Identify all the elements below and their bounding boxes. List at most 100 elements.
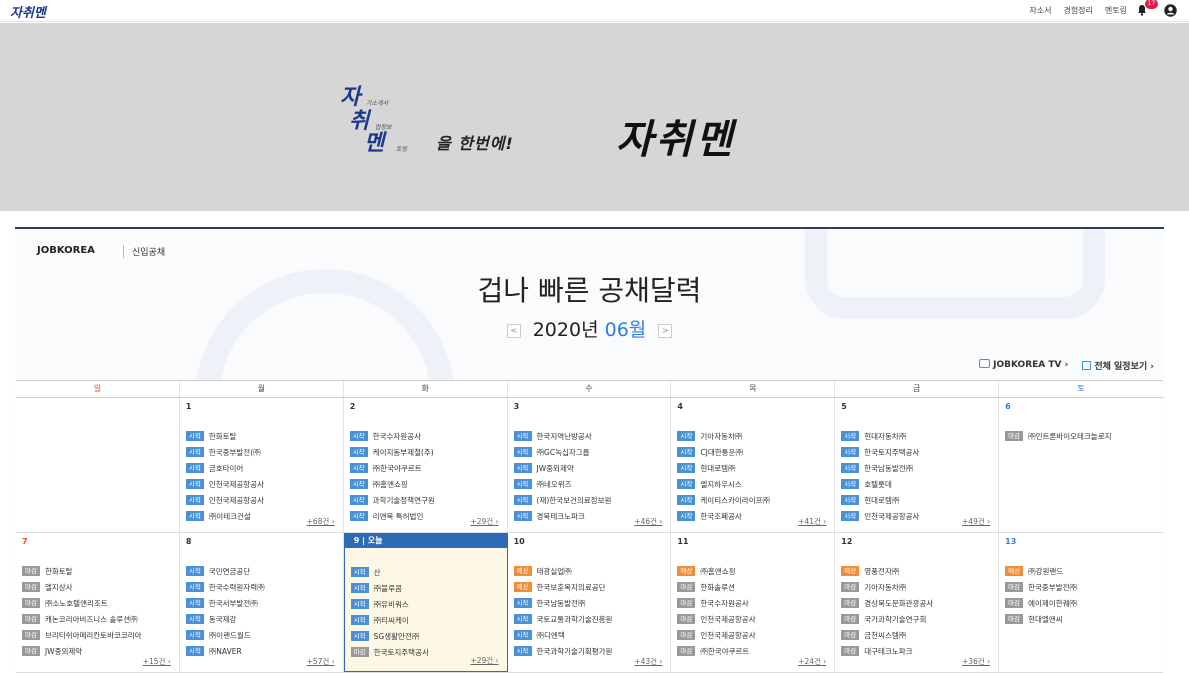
company-name: ㈜한국야쿠르트 [372, 463, 422, 473]
all-schedule-link[interactable]: 전체 일정보기 › [1082, 359, 1154, 372]
event-item[interactable]: 마감 ㈜소노호텔앤리조트 [22, 595, 173, 611]
event-item[interactable]: 시작 SG생활안전㈜ [350, 628, 501, 644]
more-events-link[interactable]: +15건 › [143, 656, 171, 667]
event-item[interactable]: 마감 캐논코리아비즈니스 솔루션㈜ [22, 611, 173, 627]
event-item[interactable]: 시작 동국제강 [185, 611, 337, 627]
event-item[interactable]: 마감 브리티쉬아메리칸토바코코리아 [22, 627, 173, 643]
event-item[interactable]: 시작 ㈜홈앤쇼핑 [349, 476, 501, 492]
event-item[interactable]: 마감 한화솔루션 [677, 579, 828, 595]
event-item[interactable]: 마감 기아자동차㈜ [841, 579, 992, 595]
more-events-link[interactable]: +68건 › [307, 516, 335, 527]
event-status-badge: 시작 [841, 511, 860, 521]
event-item[interactable]: 시작 한국남동발전㈜ [513, 595, 665, 611]
event-item[interactable]: 마감 한국수자원공사 [677, 595, 828, 611]
event-item[interactable]: 마감 현대엘앤씨 [1005, 611, 1157, 627]
weekday-label: 월 [180, 381, 344, 397]
calendar-day: 8 시작 국민연금공단 시작 한국수력원자력㈜ 시작 한국서부발전㈜ 시작 동국제강 시작 ㈜이랜드… [180, 533, 344, 672]
event-item[interactable]: 시작 한국수자원공사 [349, 428, 501, 444]
event-item[interactable]: 시작 기아자동차㈜ [677, 428, 828, 444]
weekday-label: 목 [671, 381, 836, 397]
event-item[interactable]: 시작 인천국제공항공사 [185, 476, 337, 492]
event-item[interactable]: 시작 ㈜유비쿼스 [350, 596, 501, 612]
company-name: ㈜디엔텍 [536, 630, 565, 640]
event-item[interactable]: 시작 한국토지주택공사 [841, 444, 992, 460]
company-name: ㈜블루콤 [373, 583, 402, 593]
event-item[interactable]: 예상 한국보훈복지의료공단 [513, 579, 665, 595]
prev-month-button[interactable]: < [506, 323, 521, 338]
event-item[interactable]: 시작 인천국제공항공사 [185, 492, 337, 508]
event-item[interactable]: 예상 ㈜강원랜드 [1005, 563, 1157, 579]
calendar-panel: JOBKOREA 신입공채 겁나 빠른 공채달력 < 2020년 06월 > J… [15, 227, 1164, 673]
event-item[interactable]: 마감 금천씨스템㈜ [841, 627, 992, 643]
more-events-link[interactable]: +49건 › [962, 516, 990, 527]
event-status-badge: 마감 [22, 566, 40, 576]
company-name: ㈜강원랜드 [1028, 566, 1064, 576]
more-events-link[interactable]: +29건 › [470, 655, 498, 666]
more-events-link[interactable]: +46건 › [634, 516, 662, 527]
event-item[interactable]: 시작 ㈜디엔텍 [513, 627, 665, 643]
event-item[interactable]: 마감 한국중부발전㈜ [1005, 579, 1157, 595]
event-item[interactable]: 예상 영풍전자㈜ [841, 563, 992, 579]
event-status-badge: 시작 [349, 511, 368, 521]
nav-cover-letter[interactable]: 자소서 [1029, 5, 1051, 16]
event-item[interactable]: 예상 태광실업㈜ [513, 563, 665, 579]
more-events-link[interactable]: +41건 › [798, 516, 826, 527]
event-item[interactable]: 시작 국토교통과학기술진흥원 [513, 611, 665, 627]
event-item[interactable]: 시작 한국수력원자력㈜ [185, 579, 337, 595]
event-item[interactable]: 시작 한국남동발전㈜ [841, 460, 992, 476]
event-item[interactable]: 마감 인천국제공항공사 [677, 611, 828, 627]
event-item[interactable]: 시작 금호타이어 [185, 460, 337, 476]
event-item[interactable]: 시작 ㈜GC녹십자그룹 [513, 444, 665, 460]
event-item[interactable]: 시작 과학기술정책연구원 [349, 492, 501, 508]
event-item[interactable]: 시작 산 [350, 564, 501, 580]
event-item[interactable]: 시작 한국서부발전㈜ [185, 595, 337, 611]
next-month-button[interactable]: > [658, 323, 673, 338]
brand-logo[interactable]: 자취멘 [10, 2, 46, 21]
event-item[interactable]: 시작 한화토탈 [185, 428, 337, 444]
user-icon[interactable] [1164, 4, 1177, 17]
event-item[interactable]: 시작 현대로템㈜ [841, 492, 992, 508]
jobkorea-logo[interactable]: JOBKOREA [37, 245, 95, 256]
event-item[interactable]: 마감 인천국제공항공사 [677, 627, 828, 643]
event-item[interactable]: 마감 ㈜인트론바이오테크놀로지 [1005, 428, 1157, 444]
event-item[interactable]: 시작 ㈜네오위즈 [513, 476, 665, 492]
event-item[interactable]: 시작 국민연금공단 [185, 563, 337, 579]
event-item[interactable]: 시작 한국지역난방공사 [513, 428, 665, 444]
nav-experience[interactable]: 경험정리 [1063, 5, 1092, 16]
event-item[interactable]: 시작 케이지동부제철(주) [349, 444, 501, 460]
event-item[interactable]: 시작 ㈜한국야쿠르트 [349, 460, 501, 476]
calendar-day [16, 398, 180, 532]
event-status-badge: 시작 [841, 463, 860, 473]
event-item[interactable]: 시작 (재)한국보건의료정보원 [513, 492, 665, 508]
event-item[interactable]: 시작 한국중부발전(㈜ [185, 444, 337, 460]
more-events-link[interactable]: +57건 › [307, 656, 335, 667]
more-events-link[interactable]: +43건 › [634, 656, 662, 667]
more-events-link[interactable]: +24건 › [798, 656, 826, 667]
event-item[interactable]: 시작 ㈜이랜드월드 [185, 627, 337, 643]
event-item[interactable]: 예상 ㈜홈앤쇼핑 [677, 563, 828, 579]
event-item[interactable]: 시작 ㈜블루콤 [350, 580, 501, 596]
jobkorea-tv-link[interactable]: JOBKOREA TV › [979, 359, 1068, 372]
company-name: 한국수자원공사 [700, 598, 749, 608]
event-item[interactable]: 마감 엘지상사 [22, 579, 173, 595]
more-events-link[interactable]: +29건 › [470, 516, 498, 527]
company-name: 한국남동발전㈜ [536, 598, 586, 608]
company-name: 한화토탈 [44, 566, 73, 576]
event-item[interactable]: 마감 경상북도문화관광공사 [841, 595, 992, 611]
event-item[interactable]: 시작 CJ대한통운㈜ [677, 444, 828, 460]
event-item[interactable]: 시작 JW중외제약 [513, 460, 665, 476]
event-item[interactable]: 마감 국가과학기술연구회 [841, 611, 992, 627]
event-item[interactable]: 시작 현대로템㈜ [677, 460, 828, 476]
event-item[interactable]: 마감 에이제이한퀘㈜ [1005, 595, 1157, 611]
event-item[interactable]: 시작 케이티스카이라이프㈜ [677, 492, 828, 508]
more-events-link[interactable]: +36건 › [962, 656, 990, 667]
event-item[interactable]: 시작 현대자동차㈜ [841, 428, 992, 444]
event-status-badge: 시작 [185, 511, 204, 521]
nav-mentoring[interactable]: 멘토링 [1105, 5, 1127, 16]
event-item[interactable]: 마감 한화토탈 [22, 563, 173, 579]
event-item[interactable]: 시작 호텔롯데 [841, 476, 992, 492]
event-item[interactable]: 시작 ㈜티씨케이 [350, 612, 501, 628]
event-status-badge: 마감 [677, 614, 696, 624]
event-item[interactable]: 시작 엘지하우시스 [677, 476, 828, 492]
event-status-badge: 시작 [185, 431, 204, 441]
